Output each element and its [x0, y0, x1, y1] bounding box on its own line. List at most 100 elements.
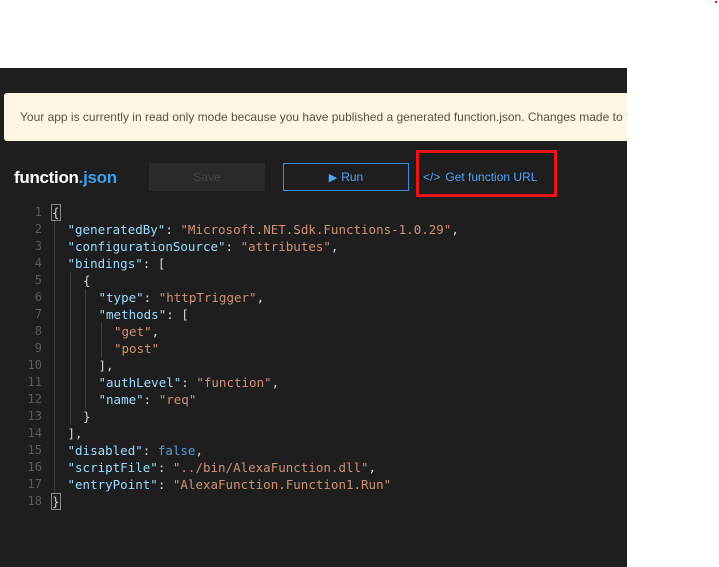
- function-editor-panel: Your app is currently in read only mode …: [0, 68, 627, 567]
- play-icon: ▶: [328, 171, 338, 184]
- code-line: 11 "authLevel": "function",: [0, 374, 627, 391]
- code-text: }: [51, 493, 61, 510]
- code-token: : [: [166, 307, 189, 322]
- line-number: 17: [27, 477, 42, 491]
- code-editor[interactable]: 1 {2 "generatedBy": "Microsoft.NET.Sdk.Fun…: [0, 204, 627, 564]
- code-token: "AlexaFunction.Function1.Run": [172, 477, 392, 492]
- code-text: {: [51, 204, 61, 221]
- code-line: 3 "configurationSource": "attributes",: [0, 238, 627, 255]
- code-token: ,: [195, 443, 203, 458]
- code-token: "req": [158, 392, 197, 407]
- code-text: "get",: [114, 323, 159, 340]
- code-token: "httpTrigger": [158, 290, 257, 305]
- code-token: ,: [368, 460, 377, 475]
- code-token: :: [157, 477, 173, 492]
- code-token: "post": [114, 341, 160, 356]
- indent-guide: [85, 289, 86, 408]
- code-token: "attributes": [240, 239, 331, 254]
- code-line: 12 "name": "req": [0, 391, 627, 408]
- code-text: }: [83, 408, 91, 425]
- code-token: :: [143, 290, 159, 305]
- code-token: "methods": [98, 307, 167, 322]
- line-number: 9: [34, 341, 42, 355]
- code-text: "generatedBy": "Microsoft.NET.Sdk.Functi…: [68, 221, 459, 238]
- code-line: 7 "methods": [: [0, 306, 627, 323]
- read-only-warning-banner: Your app is currently in read only mode …: [4, 93, 627, 141]
- line-number: 12: [27, 392, 42, 406]
- code-text: ],: [99, 357, 114, 374]
- code-token: ,: [151, 324, 160, 339]
- save-button[interactable]: Save: [149, 163, 265, 191]
- code-text: "name": "req": [99, 391, 197, 408]
- code-token: ,: [271, 375, 280, 390]
- code-token: {: [51, 204, 61, 221]
- line-number: 6: [34, 290, 42, 304]
- code-icon: </>: [423, 170, 441, 184]
- banner-text: Your app is currently in read only mode …: [20, 110, 627, 124]
- code-token: false: [157, 443, 196, 458]
- code-token: "name": [98, 392, 144, 407]
- run-button[interactable]: ▶ Run: [283, 163, 409, 191]
- code-token: "entryPoint": [67, 477, 158, 492]
- code-line: 18}: [0, 493, 627, 510]
- code-token: "scriptFile": [67, 460, 158, 475]
- get-function-url-label: Get function URL: [445, 170, 538, 184]
- line-number: 3: [34, 239, 42, 253]
- code-line: 15 "disabled": false,: [0, 442, 627, 459]
- code-token: "type": [98, 290, 144, 305]
- line-number: 4: [34, 256, 42, 270]
- line-number: 16: [27, 460, 42, 474]
- code-token: "Microsoft.NET.Sdk.Functions-1.0.29": [180, 222, 452, 237]
- indent-guide: [100, 323, 102, 357]
- indent-guide: [69, 272, 71, 425]
- code-token: ],: [67, 426, 83, 441]
- line-number: 13: [27, 409, 42, 423]
- line-number: 10: [27, 358, 42, 372]
- code-token: "authLevel": [98, 375, 182, 390]
- code-token: "configurationSource": [67, 239, 226, 254]
- code-text: "scriptFile": "../bin/AlexaFunction.dll"…: [68, 459, 377, 476]
- code-text: "configurationSource": "attributes",: [68, 238, 339, 255]
- line-number: 2: [34, 222, 42, 236]
- code-line: 6 "type": "httpTrigger",: [0, 289, 627, 306]
- code-line: 17 "entryPoint": "AlexaFunction.Function1…: [0, 476, 627, 493]
- line-number: 14: [27, 426, 42, 440]
- code-token: :: [143, 392, 159, 407]
- code-line: 16 "scriptFile": "../bin/AlexaFunction.dl…: [0, 459, 627, 476]
- code-line: 2 "generatedBy": "Microsoft.NET.Sdk.Funct…: [0, 221, 627, 238]
- code-token: "../bin/AlexaFunction.dll": [172, 460, 369, 475]
- code-text: "authLevel": "function",: [99, 374, 280, 391]
- code-text: ],: [68, 425, 83, 442]
- code-token: "generatedBy": [67, 222, 166, 237]
- line-number: 8: [34, 324, 42, 338]
- code-line: 13}: [0, 408, 627, 425]
- code-token: ],: [98, 358, 114, 373]
- get-function-url-button[interactable]: </> Get function URL: [423, 163, 545, 191]
- code-token: ,: [451, 222, 459, 237]
- code-token: }: [83, 409, 91, 424]
- code-line: 8 "get",: [0, 323, 627, 340]
- file-title-extension: .json: [78, 168, 117, 187]
- code-text: "entryPoint": "AlexaFunction.Function1.R…: [68, 476, 392, 493]
- line-number: 5: [34, 273, 42, 287]
- line-number: 15: [27, 443, 42, 457]
- code-text: {: [83, 272, 91, 289]
- code-token: {: [83, 273, 91, 288]
- code-token: :: [142, 443, 158, 458]
- code-text: "methods": [: [99, 306, 189, 323]
- line-number: 7: [34, 307, 42, 321]
- code-token: "bindings": [67, 256, 143, 271]
- line-number: 1: [34, 205, 42, 219]
- red-dot-marker: [715, 1, 717, 3]
- code-token: ,: [256, 290, 265, 305]
- code-text: "type": "httpTrigger",: [99, 289, 265, 306]
- code-line: 5{: [0, 272, 627, 289]
- code-line: 14],: [0, 425, 627, 442]
- line-number: 18: [27, 494, 42, 508]
- code-token: :: [165, 222, 181, 237]
- code-token: "get": [114, 324, 152, 339]
- file-title: function.json: [14, 168, 117, 188]
- code-token: "disabled": [67, 443, 143, 458]
- code-text: "disabled": false,: [68, 442, 204, 459]
- code-token: : [: [142, 256, 166, 271]
